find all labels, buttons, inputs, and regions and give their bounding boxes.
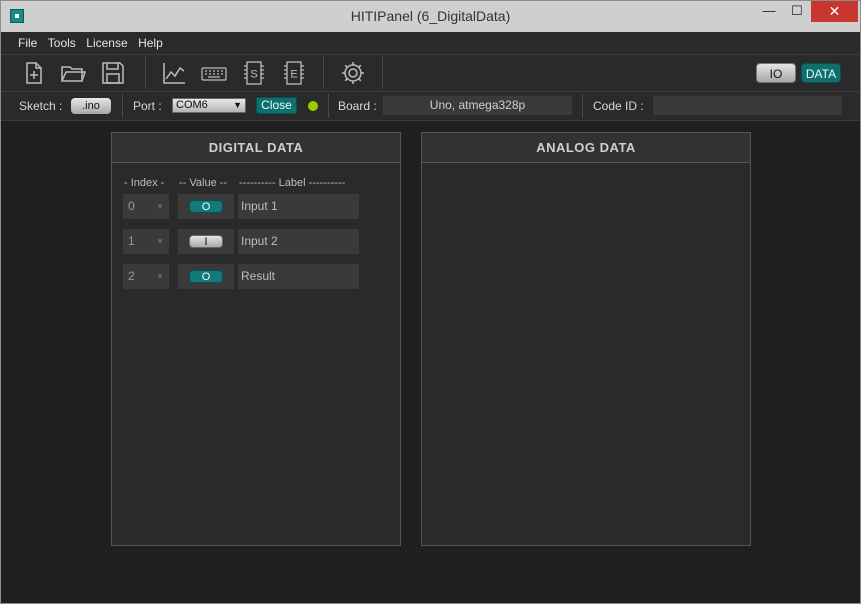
index-select[interactable]: 1 ▼ [123,229,169,254]
digital-panel-title: DIGITAL DATA [112,133,400,163]
eeprom-e-icon[interactable]: E [281,60,307,86]
toolbar-separator [145,57,146,89]
sketch-label: Sketch : [19,99,63,113]
index-value: 0 [128,199,135,213]
digital-data-panel: DIGITAL DATA - Index - -- Value -- -----… [111,132,401,546]
label-field[interactable]: Input 1 [238,194,359,219]
label-field[interactable]: Input 2 [238,229,359,254]
index-value: 2 [128,269,135,283]
status-bar: Sketch : .ino Port : COM6 ▼ Close Board … [1,92,860,121]
value-cell: O [178,194,234,219]
window-title: HITIPanel (6_DigitalData) [350,8,511,24]
io-mode-button[interactable]: IO [756,63,796,83]
table-row: 0 ▼ O Input 1 [123,194,363,219]
open-folder-icon[interactable] [60,60,87,86]
minimize-button[interactable]: — [755,1,783,22]
value-cell: O [178,264,234,289]
code-id-label: Code ID : [593,99,644,113]
analog-panel-title: ANALOG DATA [422,133,750,163]
menu-file[interactable]: File [15,32,40,54]
table-row: 1 ▼ I Input 2 [123,229,363,254]
index-select[interactable]: 0 ▼ [123,194,169,219]
board-label: Board : [338,99,377,113]
toolbar: S E IO DATA [1,55,860,92]
chevron-down-icon: ▼ [156,202,164,211]
status-separator [582,94,583,118]
value-toggle-button[interactable]: I [189,235,223,248]
settings-gear-icon[interactable] [340,60,366,86]
menu-bar: File Tools License Help [1,32,860,55]
chart-icon[interactable] [161,60,187,86]
chevron-down-icon: ▼ [233,100,242,110]
port-select[interactable]: COM6 ▼ [172,98,246,113]
value-column-header: -- Value -- [179,177,228,189]
new-file-icon[interactable] [21,60,47,86]
serial-s-icon[interactable]: S [241,60,267,86]
value-toggle-button[interactable]: O [189,270,223,283]
app-window: HITIPanel (6_DigitalData) — ☐ ✕ File Too… [0,0,861,604]
analog-data-panel: ANALOG DATA [421,132,751,546]
status-separator [328,94,329,118]
chevron-down-icon: ▼ [156,237,164,246]
sketch-ino-button[interactable]: .ino [71,98,111,114]
index-select[interactable]: 2 ▼ [123,264,169,289]
data-mode-button[interactable]: DATA [801,63,841,83]
svg-text:S: S [250,69,257,81]
status-separator [122,94,123,118]
label-field[interactable]: Result [238,264,359,289]
port-value: COM6 [176,99,208,111]
maximize-button[interactable]: ☐ [783,1,811,22]
svg-text:E: E [290,69,297,81]
chevron-down-icon: ▼ [156,272,164,281]
value-toggle-button[interactable]: O [189,200,223,213]
menu-help[interactable]: Help [135,32,166,54]
table-row: 2 ▼ O Result [123,264,363,289]
index-value: 1 [128,234,135,248]
index-column-header: - Index - [124,177,165,189]
port-label: Port : [133,99,162,113]
save-icon[interactable] [100,60,126,86]
board-field: Uno, atmega328p [383,96,572,115]
menu-tools[interactable]: Tools [45,32,79,54]
close-port-button[interactable]: Close [256,97,297,114]
title-bar[interactable]: HITIPanel (6_DigitalData) — ☐ ✕ [1,1,860,32]
code-id-field [653,96,842,115]
menu-license[interactable]: License [83,32,130,54]
label-column-header: ---------- Label ---------- [239,177,346,189]
connection-led-icon [308,101,318,111]
toolbar-separator [323,57,324,89]
close-window-button[interactable]: ✕ [811,1,858,22]
keyboard-icon[interactable] [201,60,227,86]
value-cell: I [178,229,234,254]
toolbar-separator [382,57,383,89]
